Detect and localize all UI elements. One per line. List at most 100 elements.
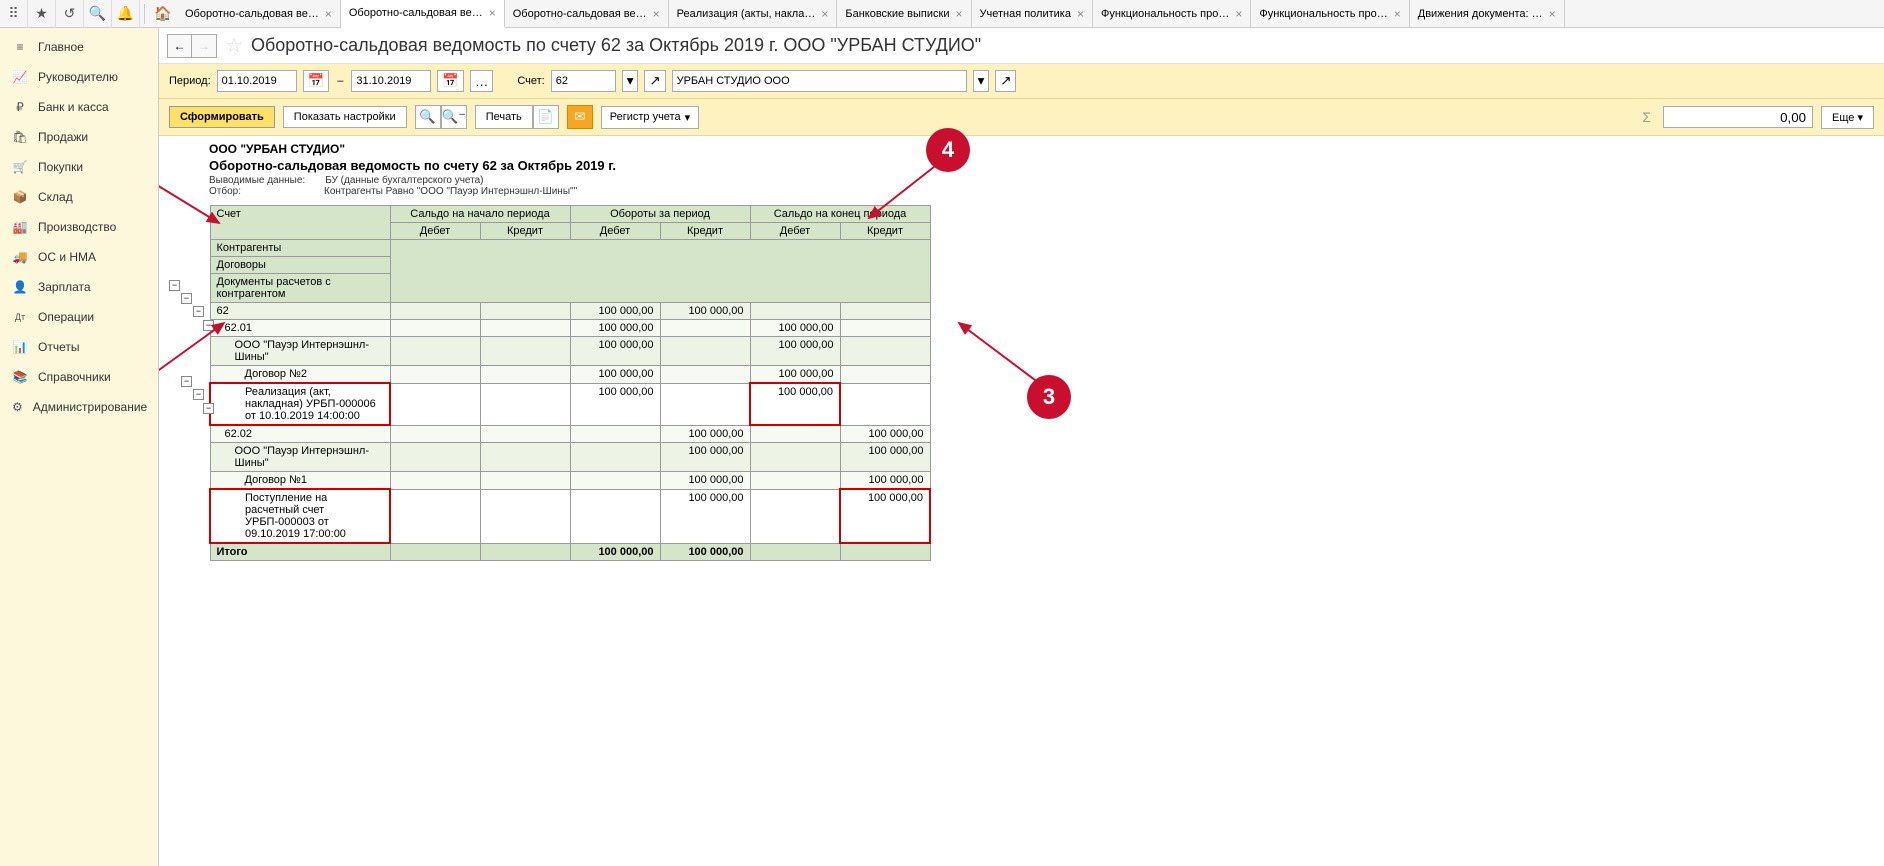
cell-c3 bbox=[840, 320, 930, 337]
tree-toggle[interactable]: − bbox=[169, 280, 180, 291]
date-to-input[interactable] bbox=[351, 70, 431, 92]
tab-close-5[interactable]: × bbox=[1077, 7, 1084, 21]
cell-c2 bbox=[660, 383, 750, 425]
sidebar-item-reports[interactable]: 📊Отчеты bbox=[0, 332, 158, 362]
sidebar-item-admin[interactable]: ⚙Администрирование bbox=[0, 392, 158, 422]
tab-close-7[interactable]: × bbox=[1394, 7, 1401, 21]
report-area[interactable]: ООО "УРБАН СТУДИО" Оборотно-сальдовая ве… bbox=[159, 136, 1884, 866]
favorite-star-icon[interactable]: ☆ bbox=[225, 33, 243, 58]
box-icon: 📦 bbox=[12, 190, 28, 204]
table-row[interactable]: ООО "Пауэр Интернэшнл-Шины"100 000,00100… bbox=[210, 337, 930, 366]
sidebar-item-references[interactable]: 📚Справочники bbox=[0, 362, 158, 392]
tab-6[interactable]: Функциональность про…× bbox=[1093, 0, 1251, 28]
sidebar-item-assets[interactable]: 🚚 ОС и НМА bbox=[0, 242, 158, 272]
row-label: 62.02 bbox=[210, 425, 390, 443]
org-input[interactable] bbox=[672, 70, 967, 92]
search-button[interactable]: 🔍 bbox=[415, 105, 441, 129]
tab-1[interactable]: Оборотно-сальдовая ве…× bbox=[341, 0, 505, 28]
tab-close-8[interactable]: × bbox=[1549, 7, 1556, 21]
sidebar-item-sales[interactable]: 🛍Продажи bbox=[0, 122, 158, 152]
sidebar-item-operations[interactable]: ДтОперации bbox=[0, 302, 158, 332]
tab-close-6[interactable]: × bbox=[1235, 7, 1242, 21]
cart-icon: 🛒 bbox=[12, 160, 28, 174]
bell-icon[interactable]: 🔔 bbox=[112, 0, 140, 28]
org-open-button[interactable]: ↗ bbox=[995, 70, 1016, 92]
tab-7[interactable]: Функциональность про…× bbox=[1251, 0, 1409, 28]
tab-close-3[interactable]: × bbox=[821, 7, 828, 21]
col-saldo-start-header: Сальдо на начало периода bbox=[390, 206, 570, 223]
cell-c1 bbox=[480, 425, 570, 443]
tab-8[interactable]: Движения документа: …× bbox=[1410, 0, 1565, 28]
sidebar-item-bank[interactable]: ₽Банк и касса bbox=[0, 92, 158, 122]
generate-button[interactable]: Сформировать bbox=[169, 106, 275, 128]
home-icon[interactable]: 🏠 bbox=[149, 0, 177, 28]
table-row[interactable]: Реализация (акт, накладная) УРБП-000006 … bbox=[210, 383, 930, 425]
cell-d1 bbox=[390, 489, 480, 543]
sum-input[interactable] bbox=[1663, 106, 1813, 128]
table-row[interactable]: Поступление на расчетный счет УРБП-00000… bbox=[210, 489, 930, 543]
email-button[interactable]: ✉ bbox=[567, 105, 593, 129]
tab-close-4[interactable]: × bbox=[955, 7, 962, 21]
table-row[interactable]: 62.01100 000,00100 000,00 bbox=[210, 320, 930, 337]
sidebar-item-manager[interactable]: 📈Руководителю bbox=[0, 62, 158, 92]
tab-2[interactable]: Оборотно-сальдовая ве…× bbox=[505, 0, 669, 28]
more-button[interactable]: Еще ▾ bbox=[1821, 106, 1874, 129]
tree-toggle[interactable]: − bbox=[181, 293, 192, 304]
date-to-picker-button[interactable]: 📅 bbox=[437, 70, 464, 92]
nav-back-button[interactable]: ← bbox=[168, 35, 192, 57]
tree-toggle[interactable]: − bbox=[181, 376, 192, 387]
search-clear-button[interactable]: 🔍⁻ bbox=[441, 105, 467, 129]
sidebar-item-salary[interactable]: 👤Зарплата bbox=[0, 272, 158, 302]
print-button[interactable]: Печать bbox=[475, 105, 533, 129]
cell-d3 bbox=[750, 472, 840, 490]
annotation-3: 3 bbox=[1027, 375, 1071, 419]
org-dropdown-button[interactable]: ▾ bbox=[973, 70, 990, 92]
account-dropdown-button[interactable]: ▾ bbox=[622, 70, 639, 92]
apps-icon[interactable]: ⠿ bbox=[0, 0, 28, 28]
truck-icon: 🚚 bbox=[12, 250, 28, 264]
table-row[interactable]: 62.02100 000,00100 000,00 bbox=[210, 425, 930, 443]
date-from-input[interactable] bbox=[217, 70, 297, 92]
tab-close-2[interactable]: × bbox=[653, 7, 660, 21]
tree-toggle[interactable]: − bbox=[203, 320, 214, 331]
cell-d3: 100 000,00 bbox=[750, 320, 840, 337]
tree-toggle[interactable]: − bbox=[193, 389, 204, 400]
date-from-picker-button[interactable]: 📅 bbox=[303, 70, 330, 92]
meta-filter-label: Отбор: bbox=[209, 186, 304, 197]
tab-0[interactable]: Оборотно-сальдовая ве…× bbox=[177, 0, 341, 28]
print-preview-button[interactable]: 📄 bbox=[533, 105, 559, 129]
tab-5[interactable]: Учетная политика× bbox=[972, 0, 1093, 28]
sidebar-label: ОС и НМА bbox=[38, 250, 96, 264]
period-select-button[interactable]: … bbox=[470, 70, 493, 92]
cell-d3 bbox=[750, 303, 840, 320]
table-row[interactable]: Договор №2100 000,00100 000,00 bbox=[210, 366, 930, 384]
tree-toggle[interactable]: − bbox=[193, 306, 204, 317]
sidebar: ≡Главное 📈Руководителю ₽Банк и касса 🛍Пр… bbox=[0, 28, 159, 866]
report-header: ООО "УРБАН СТУДИО" Оборотно-сальдовая ве… bbox=[209, 136, 1884, 203]
col-credit-2: Кредит bbox=[660, 223, 750, 240]
account-input[interactable] bbox=[551, 70, 616, 92]
ruble-icon: ₽ bbox=[12, 100, 28, 114]
nav-forward-button[interactable]: → bbox=[192, 35, 216, 57]
register-dropdown[interactable]: Регистр учета▾ bbox=[601, 106, 699, 129]
account-open-button[interactable]: ↗ bbox=[644, 70, 665, 92]
cell-c2: 100 000,00 bbox=[660, 303, 750, 320]
tab-close-1[interactable]: × bbox=[489, 6, 496, 20]
tab-4[interactable]: Банковские выписки× bbox=[837, 0, 971, 28]
sidebar-item-production[interactable]: 🏭Производство bbox=[0, 212, 158, 242]
search-toolbar-icon[interactable]: 🔍 bbox=[84, 0, 112, 28]
tree-toggle[interactable]: − bbox=[203, 403, 214, 414]
sidebar-item-purchases[interactable]: 🛒Покупки bbox=[0, 152, 158, 182]
show-settings-button[interactable]: Показать настройки bbox=[283, 106, 407, 128]
tab-close-0[interactable]: × bbox=[325, 7, 332, 21]
cell-d2: 100 000,00 bbox=[570, 303, 660, 320]
sidebar-item-main[interactable]: ≡Главное bbox=[0, 32, 158, 62]
table-row[interactable]: Договор №1100 000,00100 000,00 bbox=[210, 472, 930, 490]
col-turnover-header: Обороты за период bbox=[570, 206, 750, 223]
sidebar-item-warehouse[interactable]: 📦Склад bbox=[0, 182, 158, 212]
table-row[interactable]: ООО "Пауэр Интернэшнл-Шины"100 000,00100… bbox=[210, 443, 930, 472]
tab-3[interactable]: Реализация (акты, накла…× bbox=[669, 0, 838, 28]
table-row[interactable]: 62100 000,00100 000,00 bbox=[210, 303, 930, 320]
history-icon[interactable]: ↺ bbox=[56, 0, 84, 28]
star-toolbar-icon[interactable]: ★ bbox=[28, 0, 56, 28]
